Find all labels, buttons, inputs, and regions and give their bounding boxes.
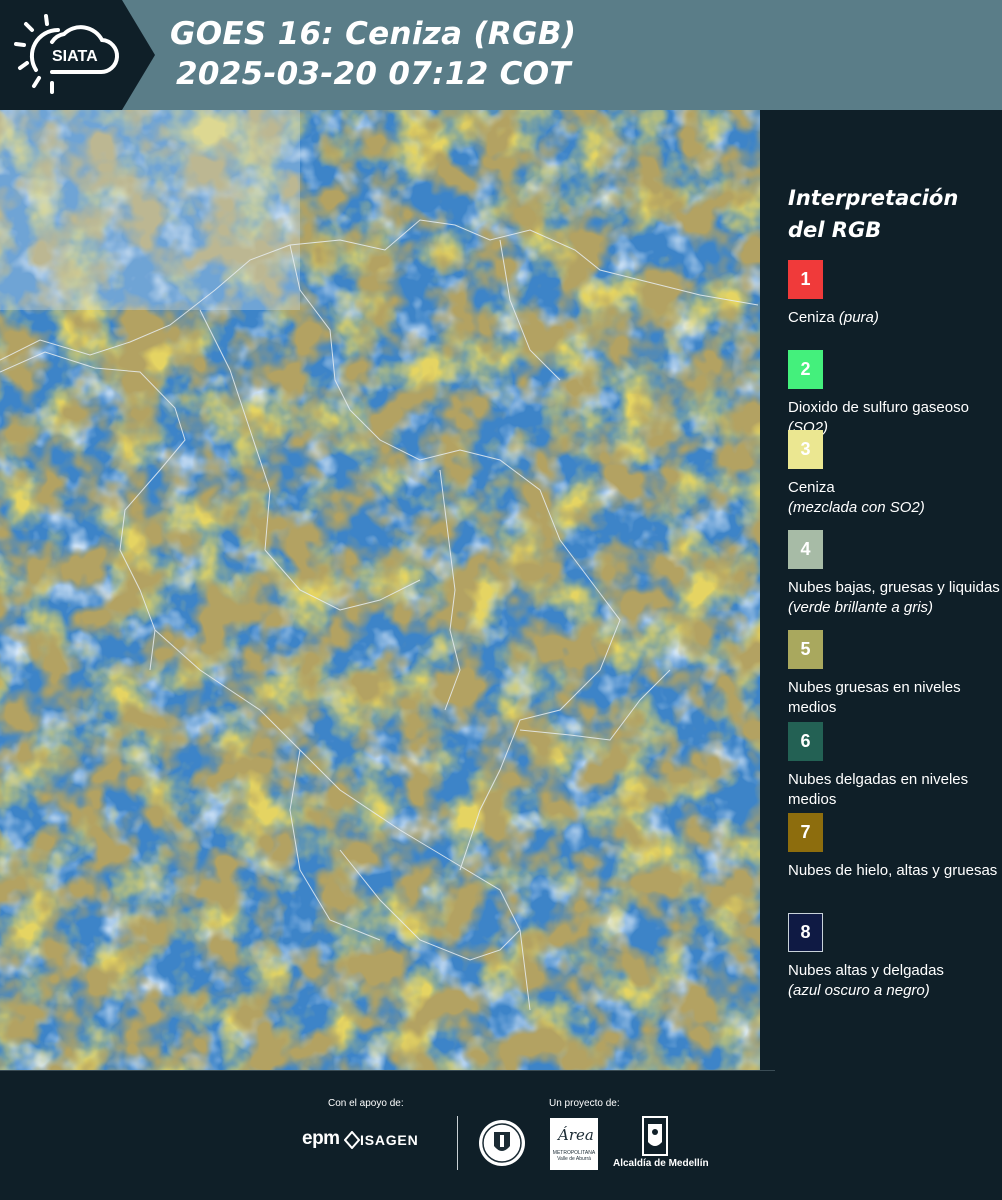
footer-vertical-divider xyxy=(457,1116,458,1170)
footer-divider-line xyxy=(0,1070,775,1071)
legend-label: Ceniza (mezclada con SO2) xyxy=(788,478,1000,518)
legend-label: Nubes gruesas en niveles medios xyxy=(788,678,1000,718)
legend-label-text: Nubes gruesas en niveles medios xyxy=(788,679,961,716)
legend-swatch: 2 xyxy=(788,350,823,389)
alcaldia-medellin-logo: Alcaldía de Medellín xyxy=(613,1158,709,1169)
satellite-map[interactable] xyxy=(0,110,760,1070)
legend-item: 4 Nubes bajas, gruesas y liquidas (verde b… xyxy=(788,530,1000,618)
area-metropolitana-logo: Área METROPOLITANA Valle de Aburrá xyxy=(550,1118,598,1170)
page-title: GOES 16: Ceniza (RGB) xyxy=(170,16,577,52)
legend-label: Nubes bajas, gruesas y liquidas (verde br… xyxy=(788,578,1000,618)
medellin-coat-of-arms-icon xyxy=(642,1116,668,1156)
isagen-mark-icon xyxy=(344,1131,360,1149)
sun-cloud-icon: SIATA xyxy=(14,14,119,94)
svg-text:SIATA: SIATA xyxy=(52,48,98,65)
legend-swatch: 4 xyxy=(788,530,823,569)
legend-note: (verde brillante a gris) xyxy=(788,599,934,616)
support-label: Con el apoyo de: xyxy=(328,1098,404,1109)
project-label: Un proyecto de: xyxy=(549,1098,620,1109)
legend-label-text: Nubes de hielo, altas y gruesas xyxy=(788,862,998,879)
isagen-logo: ISAGEN xyxy=(360,1132,419,1148)
legend-label-text: Nubes altas y delgadas xyxy=(788,962,944,979)
epm-logo: epm xyxy=(302,1128,340,1149)
legend-item: 8 Nubes altas y delgadas (azul oscuro a ne… xyxy=(788,913,1000,1001)
legend-label: Nubes delgadas en niveles medios xyxy=(788,770,1000,810)
legend-swatch: 7 xyxy=(788,813,823,852)
legend-swatch: 6 xyxy=(788,722,823,761)
legend-label-text: Nubes delgadas en niveles medios xyxy=(788,771,969,808)
legend-label-text: Ceniza xyxy=(788,479,835,496)
legend-item: 1 Ceniza (pura) xyxy=(788,260,1000,328)
legend-label: Ceniza (pura) xyxy=(788,308,1000,328)
legend-swatch: 1 xyxy=(788,260,823,299)
university-seal-icon xyxy=(479,1120,525,1166)
legend-item: 7 Nubes de hielo, altas y gruesas xyxy=(788,813,1000,881)
footer: Con el apoyo de: Un proyecto de: epm ISA… xyxy=(0,1070,1002,1200)
legend-item: 6 Nubes delgadas en niveles medios xyxy=(788,722,1000,810)
legend-item: 5 Nubes gruesas en niveles medios xyxy=(788,630,1000,718)
legend-swatch: 8 xyxy=(788,913,823,952)
legend-label: Nubes de hielo, altas y gruesas xyxy=(788,861,1000,881)
legend-item: 2 Dioxido de sulfuro gaseoso (SO2) xyxy=(788,350,1000,438)
siata-logo: SIATA xyxy=(0,0,155,110)
legend-item: 3 Ceniza (mezclada con SO2) xyxy=(788,430,1000,518)
legend-label-text: Nubes bajas, gruesas y liquidas xyxy=(788,579,1000,596)
header-bar: SIATA GOES 16: Ceniza (RGB) 2025-03-20 0… xyxy=(0,0,1002,110)
legend-swatch: 3 xyxy=(788,430,823,469)
rgb-legend: Interpretación del RGB 1 Ceniza (pura) 2 Di… xyxy=(760,110,1002,1070)
legend-label: Nubes altas y delgadas (azul oscuro a neg… xyxy=(788,961,1000,1001)
legend-note: (mezclada con SO2) xyxy=(788,499,925,516)
legend-swatch: 5 xyxy=(788,630,823,669)
timestamp: 2025-03-20 07:12 COT xyxy=(176,56,571,92)
legend-title: Interpretación del RGB xyxy=(788,186,959,242)
legend-label-text: Dioxido de sulfuro gaseoso xyxy=(788,399,969,416)
legend-note: (azul oscuro a negro) xyxy=(788,982,930,999)
legend-label-text: Ceniza xyxy=(788,309,835,326)
legend-note: (pura) xyxy=(838,309,879,326)
